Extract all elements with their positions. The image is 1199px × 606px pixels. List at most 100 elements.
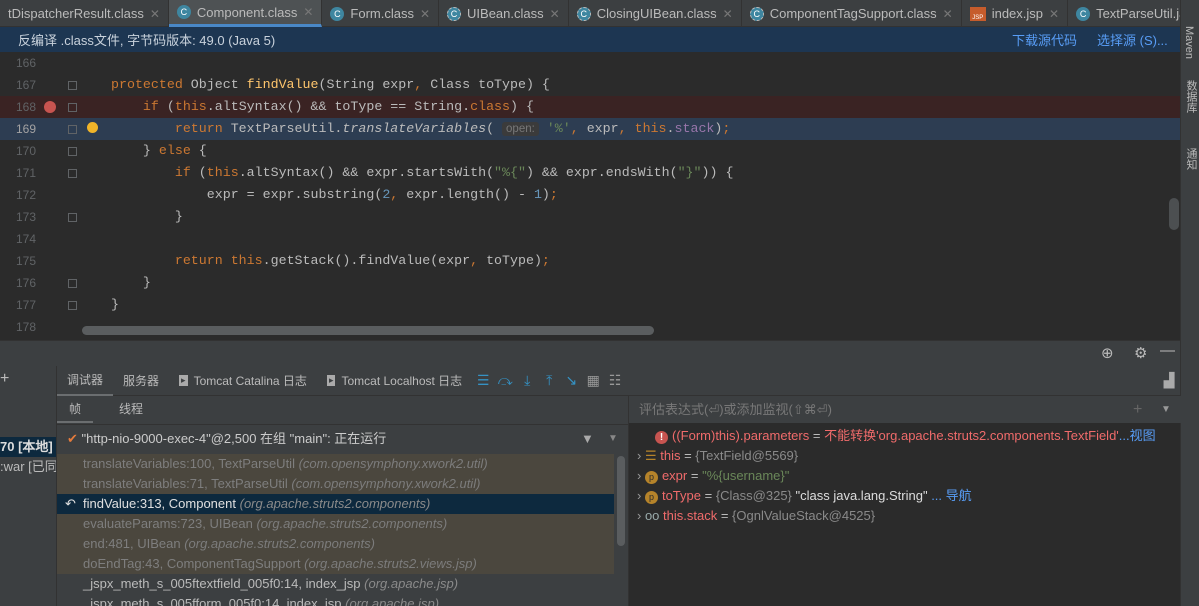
run-to-cursor-icon[interactable]: ↘ [560,372,582,389]
frame-item[interactable]: end:481, UIBean (org.apache.struts2.comp… [57,534,614,554]
code-line[interactable]: 168 if (this.altSyntax() && toType == St… [0,96,1180,118]
database-tool[interactable]: 数据库 [1183,80,1199,113]
menu-icon[interactable]: ☰ [472,372,494,389]
tab-component-class[interactable]: C Component.class ✕ [168,0,323,27]
code-line[interactable]: 174 [0,228,1180,250]
expand-arrow-icon[interactable]: › [637,448,645,463]
code-line[interactable]: 170 } else { [0,140,1180,162]
vertical-scrollbar[interactable] [1169,198,1179,230]
tab-closinguibean-class[interactable]: C ClosingUIBean.class ✕ [569,0,742,27]
trace-icon[interactable]: ☷ [604,372,626,389]
frame-package: (org.apache.jsp) [364,576,459,591]
close-icon[interactable]: ✕ [723,7,733,21]
code-token: .altSyntax() && toType == String. [206,99,471,114]
debug-tabs: 调试器 服务器 ▸ Tomcat Catalina 日志 ▸ Tomcat Localho… [57,366,1180,396]
code-line[interactable]: 169 return TextParseUtil.translateVariab… [0,118,1180,140]
variable-item[interactable]: › p toType = {Class@325} "class java.lang… [637,486,972,506]
variable-link[interactable]: ... 导航 [928,488,971,503]
tab-form-class[interactable]: C Form.class ✕ [322,0,440,27]
code-line[interactable]: 171 if (this.altSyntax() && expr.startsW… [0,162,1180,184]
close-icon[interactable]: ✕ [1049,7,1059,21]
fold-marker-icon[interactable] [68,81,77,90]
filter-icon[interactable]: ▼ [581,425,594,453]
maven-tool[interactable]: Maven [1183,26,1195,59]
tab-uibean-class[interactable]: C UIBean.class ✕ [439,0,569,27]
thread-selector[interactable]: ✔ "http-nio-9000-exec-4"@2,500 在组 "main"… [57,424,628,452]
tab-threads[interactable]: 线程 [107,396,155,423]
variable-item[interactable]: ! ((Form)this).parameters = 不能转换'org.apac… [655,426,1156,446]
add-icon[interactable]: + [0,370,9,388]
choose-source-link[interactable]: 选择源 (S)... [1097,30,1168,49]
frame-item[interactable]: ↶ findValue:313, Component (org.apache.st… [57,494,614,514]
expand-arrow-icon[interactable]: › [637,488,645,503]
frame-item[interactable]: _jspx_meth_s_005fform_005f0:14, index_js… [57,594,614,606]
line-number: 166 [15,56,36,70]
gear-icon[interactable]: ⚙ [1134,344,1147,362]
layout-icon[interactable]: ▟ [1158,372,1180,389]
breakpoint-icon[interactable] [44,101,56,113]
frame-item[interactable]: translateVariables:71, TextParseUtil (co… [57,474,614,494]
code-line[interactable]: 177} [0,294,1180,316]
frame-item[interactable]: _jspx_meth_s_005ftextfield_005f0:14, ind… [57,574,614,594]
add-watch-icon[interactable]: + [1133,396,1142,423]
chevron-down-icon[interactable]: ▼ [1161,396,1171,423]
variable-item[interactable]: › oo this.stack = {OgnlValueStack@4525} [637,506,875,526]
code-editor[interactable]: 166 167 protected Object findValue(String … [0,52,1180,340]
code-line[interactable]: 176 } [0,272,1180,294]
code-token: ( [166,99,175,114]
expand-arrow-icon[interactable]: › [637,508,645,523]
code-line[interactable]: 173 } [0,206,1180,228]
fold-marker-icon[interactable] [68,125,77,134]
lightbulb-icon[interactable] [87,122,98,133]
variable-item[interactable]: › p expr = "%{username}" [637,466,789,486]
line-number: 174 [15,232,36,246]
close-icon[interactable]: ✕ [420,7,430,21]
tab-debug-0[interactable]: 调试器 [57,366,114,396]
frame-item[interactable]: translateVariables:100, TextParseUtil (c… [57,454,614,474]
frames-scrollbar[interactable] [617,456,625,546]
horizontal-scrollbar[interactable] [82,326,654,335]
tab-debug-3[interactable]: ▸ Tomcat Localhost 日志 [317,366,472,396]
fold-marker-icon[interactable] [68,279,77,288]
step-into-icon[interactable]: ⤓ [516,372,538,389]
fold-marker-icon[interactable] [68,147,77,156]
session-item[interactable]: 70 [本地] [0,437,56,457]
frame-method: doEndTag:43, ComponentTagSupport [83,556,301,571]
tab-debug-1[interactable]: 服务器 [113,366,169,396]
tab-index-jsp[interactable]: JSP index.jsp ✕ [962,0,1069,27]
evaluate-expression-input[interactable]: 评估表达式(⏎)或添加监视(⇧⌘⏎) + ▼ [629,396,1181,423]
chevron-down-icon[interactable]: ▼ [608,425,618,453]
code-line[interactable]: 175 return this.getStack().findValue(exp… [0,250,1180,272]
evaluate-icon[interactable]: ▦ [582,372,604,389]
fold-marker-icon[interactable] [68,169,77,178]
variable-name: this.stack [663,508,718,523]
code-token: } [111,209,183,224]
fold-marker-icon[interactable] [68,213,77,222]
frame-item[interactable]: doEndTag:43, ComponentTagSupport (org.ap… [57,554,614,574]
expand-arrow-icon[interactable]: › [637,468,645,483]
code-line[interactable]: 172 expr = expr.substring(2, expr.length… [0,184,1180,206]
fold-marker-icon[interactable] [68,301,77,310]
minimize-icon[interactable]: — [1160,342,1175,359]
tab-componenttagsupport-class[interactable]: C ComponentTagSupport.class ✕ [742,0,962,27]
session-item[interactable]: :war [已同 [0,457,56,477]
variable-link[interactable]: ...视图 [1119,428,1156,443]
close-icon[interactable]: ✕ [943,7,953,21]
frame-item[interactable]: evaluateParams:723, UIBean (org.apache.s… [57,514,614,534]
step-over-icon[interactable]: ⤼ [494,372,516,389]
notifications-tool[interactable]: 通知 [1183,148,1199,170]
download-source-link[interactable]: 下载源代码 [1012,30,1077,49]
tab-frames[interactable]: 帧 [57,396,94,423]
crosshair-icon[interactable]: ⊕ [1101,344,1114,362]
step-out-icon[interactable]: ⤒ [538,372,560,389]
close-icon[interactable]: ✕ [550,7,560,21]
close-icon[interactable]: ✕ [150,7,160,21]
tab-tdispatcherresult-class[interactable]: tDispatcherResult.class ✕ [0,0,169,27]
close-icon[interactable]: ✕ [303,5,313,19]
code-line[interactable]: 166 [0,52,1180,74]
variable-item[interactable]: › ☰ this = {TextField@5569} [637,446,798,466]
fold-marker-icon[interactable] [68,103,77,112]
editor-tabs: tDispatcherResult.class ✕ C Component.class… [0,0,1199,27]
tab-debug-2[interactable]: ▸ Tomcat Catalina 日志 [169,366,317,396]
code-line[interactable]: 167 protected Object findValue(String exp… [0,74,1180,96]
